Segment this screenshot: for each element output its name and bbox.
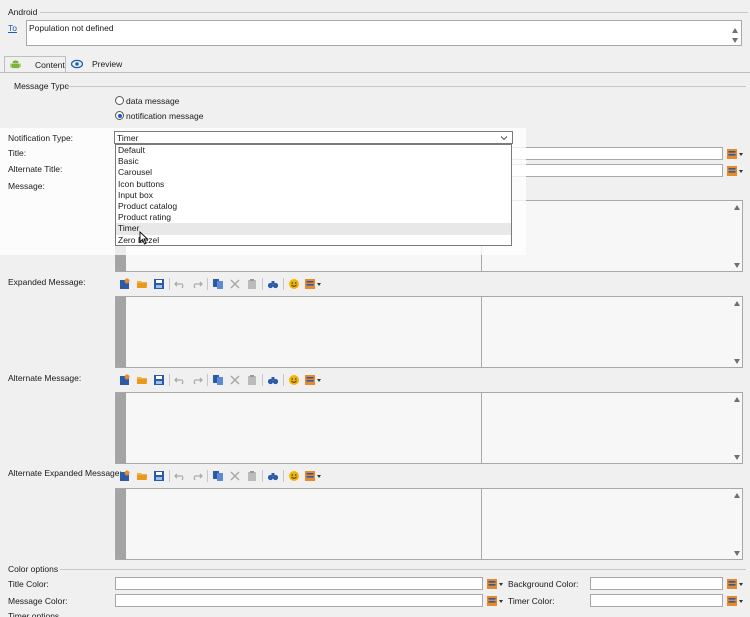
message-color-personalize-button[interactable] bbox=[486, 595, 504, 607]
notification-message-radio[interactable] bbox=[115, 111, 124, 120]
to-scroll-down[interactable] bbox=[732, 38, 738, 43]
find-binoculars-icon[interactable] bbox=[266, 373, 280, 387]
timer-color-label: Timer Color: bbox=[508, 596, 555, 606]
alternate-title-field[interactable] bbox=[511, 164, 723, 177]
alternate-title-label: Alternate Title: bbox=[8, 164, 63, 174]
dropdown-option-timer[interactable]: Timer bbox=[116, 223, 511, 235]
insert-icon[interactable] bbox=[118, 469, 132, 483]
emoji-icon[interactable] bbox=[287, 277, 301, 291]
message-label: Message: bbox=[8, 181, 45, 191]
timer-color-field[interactable] bbox=[590, 594, 723, 607]
undo-icon[interactable] bbox=[173, 469, 187, 483]
paste-icon[interactable] bbox=[245, 469, 259, 483]
dropdown-option-product-rating[interactable]: Product rating bbox=[116, 212, 511, 223]
android-icon bbox=[10, 59, 21, 70]
notification-type-label: Notification Type: bbox=[8, 133, 74, 143]
expanded-message-label: Expanded Message: bbox=[8, 277, 86, 287]
save-icon[interactable] bbox=[152, 277, 166, 291]
tab-preview-label: Preview bbox=[92, 59, 123, 69]
cut-icon[interactable] bbox=[228, 277, 242, 291]
expanded-message-editor[interactable] bbox=[115, 296, 743, 368]
alternate-message-toolbar bbox=[118, 373, 325, 387]
paste-icon[interactable] bbox=[245, 277, 259, 291]
dropdown-option-icon-buttons[interactable]: Icon buttons bbox=[116, 179, 511, 190]
to-scroll-up[interactable] bbox=[732, 28, 738, 33]
section-title: Android bbox=[8, 7, 38, 17]
tab-content[interactable]: Content bbox=[4, 56, 66, 72]
tab-preview[interactable]: Preview bbox=[68, 56, 128, 72]
open-folder-icon[interactable] bbox=[135, 277, 149, 291]
message-type-label: Message Type bbox=[14, 81, 70, 91]
timer-options-label: Timer options bbox=[8, 611, 60, 617]
title-color-personalize-button[interactable] bbox=[486, 578, 504, 590]
copy-icon[interactable] bbox=[211, 277, 225, 291]
alternate-expanded-message-editor[interactable] bbox=[115, 488, 743, 560]
emoji-icon[interactable] bbox=[287, 373, 301, 387]
dropdown-option-basic[interactable]: Basic bbox=[116, 156, 511, 167]
background-color-personalize-button[interactable] bbox=[726, 578, 744, 590]
title-color-label: Title Color: bbox=[8, 579, 49, 589]
notification-type-value: Timer bbox=[117, 133, 139, 143]
redo-icon[interactable] bbox=[190, 373, 204, 387]
personalize-icon[interactable] bbox=[304, 277, 322, 291]
to-field[interactable]: Population not defined bbox=[26, 20, 742, 46]
notification-message-label[interactable]: notification message bbox=[126, 111, 204, 121]
to-link[interactable]: To bbox=[8, 23, 17, 33]
copy-icon[interactable] bbox=[211, 373, 225, 387]
title-field[interactable] bbox=[511, 147, 723, 160]
open-folder-icon[interactable] bbox=[135, 373, 149, 387]
emoji-icon[interactable] bbox=[287, 469, 301, 483]
copy-icon[interactable] bbox=[211, 469, 225, 483]
dropdown-option-carousel[interactable]: Carousel bbox=[116, 167, 511, 178]
notification-type-select[interactable]: Timer bbox=[114, 131, 513, 144]
save-icon[interactable] bbox=[152, 373, 166, 387]
undo-icon[interactable] bbox=[173, 373, 187, 387]
background-color-field[interactable] bbox=[590, 577, 723, 590]
personalize-icon[interactable] bbox=[304, 469, 322, 483]
chevron-down-icon[interactable] bbox=[500, 134, 508, 142]
alternate-message-editor[interactable] bbox=[115, 392, 743, 464]
open-folder-icon[interactable] bbox=[135, 469, 149, 483]
undo-icon[interactable] bbox=[173, 277, 187, 291]
timer-color-personalize-button[interactable] bbox=[726, 595, 744, 607]
redo-icon[interactable] bbox=[190, 277, 204, 291]
dropdown-option-zero-bezel[interactable]: Zero Bezel bbox=[116, 235, 511, 246]
save-icon[interactable] bbox=[152, 469, 166, 483]
alternate-message-label: Alternate Message: bbox=[8, 373, 82, 383]
alternate-expanded-message-label: Alternate Expanded Message: bbox=[8, 468, 122, 478]
title-personalize-button[interactable] bbox=[726, 148, 744, 160]
background-color-label: Background Color: bbox=[508, 579, 579, 589]
mouse-cursor-icon bbox=[139, 230, 149, 245]
redo-icon[interactable] bbox=[190, 469, 204, 483]
find-binoculars-icon[interactable] bbox=[266, 469, 280, 483]
alternate-expanded-message-toolbar bbox=[118, 469, 325, 483]
paste-icon[interactable] bbox=[245, 373, 259, 387]
color-options-label: Color options bbox=[8, 564, 59, 574]
alternate-title-personalize-button[interactable] bbox=[726, 165, 744, 177]
personalize-icon[interactable] bbox=[304, 373, 322, 387]
dropdown-option-input-box[interactable]: Input box bbox=[116, 190, 511, 201]
eye-icon bbox=[70, 59, 84, 69]
notification-type-dropdown: Default Basic Carousel Icon buttons Inpu… bbox=[115, 144, 512, 246]
message-color-label: Message Color: bbox=[8, 596, 68, 606]
expanded-message-toolbar bbox=[118, 277, 325, 291]
data-message-radio[interactable] bbox=[115, 96, 124, 105]
insert-icon[interactable] bbox=[118, 373, 132, 387]
data-message-label[interactable]: data message bbox=[126, 96, 179, 106]
insert-icon[interactable] bbox=[118, 277, 132, 291]
to-value: Population not defined bbox=[29, 23, 114, 33]
dropdown-option-product-catalog[interactable]: Product catalog bbox=[116, 201, 511, 212]
cut-icon[interactable] bbox=[228, 469, 242, 483]
tab-content-label: Content bbox=[35, 59, 65, 70]
cut-icon[interactable] bbox=[228, 373, 242, 387]
title-label: Title: bbox=[8, 148, 27, 158]
dropdown-option-default[interactable]: Default bbox=[116, 145, 511, 156]
title-color-field[interactable] bbox=[115, 577, 483, 590]
find-binoculars-icon[interactable] bbox=[266, 277, 280, 291]
message-color-field[interactable] bbox=[115, 594, 483, 607]
